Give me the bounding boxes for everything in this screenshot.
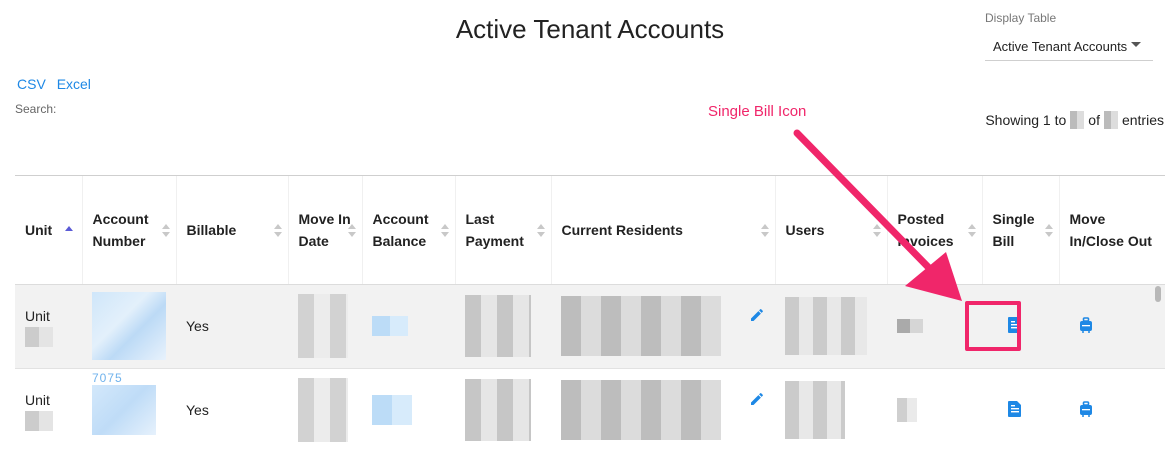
posted-invoices-cell — [887, 368, 982, 451]
sort-icon — [760, 224, 769, 238]
single-bill-cell — [982, 368, 1059, 451]
redacted-count — [1070, 111, 1085, 129]
users-cell — [775, 284, 887, 369]
redacted-residents — [561, 296, 721, 356]
suitcase-icon[interactable] — [1079, 400, 1093, 417]
redacted-move-in-date — [298, 378, 348, 442]
sort-icon — [440, 224, 449, 238]
move-in-date-cell — [288, 284, 362, 369]
pencil-icon[interactable] — [749, 307, 765, 323]
current-residents-cell — [551, 368, 775, 451]
column-header-single-bill[interactable]: Single Bill — [981, 176, 1059, 285]
sort-icon — [161, 224, 170, 238]
redacted-balance — [372, 316, 408, 336]
users-cell — [775, 368, 887, 451]
redacted-invoices — [897, 398, 917, 422]
redacted-users — [785, 381, 845, 439]
display-table-selected: Active Tenant Accounts — [993, 39, 1128, 54]
redacted-last-payment — [465, 379, 531, 441]
redacted-move-in-date — [298, 294, 348, 358]
display-table-dropdown[interactable]: Active Tenant Accounts — [985, 33, 1153, 61]
sort-icon — [872, 224, 881, 238]
sort-icon — [536, 224, 545, 238]
column-header-move-in-close-out[interactable]: Move In/Close Out — [1058, 176, 1165, 285]
column-header-account-balance[interactable]: Account Balance — [361, 176, 455, 285]
last-payment-cell — [455, 284, 551, 369]
unit-cell: Unit — [15, 368, 82, 451]
redacted-residents — [561, 380, 721, 440]
table-scrollbar[interactable] — [1155, 286, 1161, 302]
sort-ascending-icon — [65, 226, 73, 240]
redacted-account-number — [92, 292, 166, 360]
redacted-invoices — [897, 319, 923, 333]
single-bill-cell — [982, 284, 1059, 369]
sort-icon — [347, 224, 356, 238]
redacted-unit-number — [25, 327, 53, 347]
document-icon[interactable] — [1008, 316, 1022, 333]
redacted-last-payment — [465, 295, 531, 357]
column-header-move-in-date[interactable]: Move In Date — [287, 176, 362, 285]
display-table-select[interactable]: Display Table Active Tenant Accounts — [985, 11, 1153, 61]
billable-cell: Yes — [176, 284, 288, 369]
sort-icon — [273, 224, 282, 238]
pagination-of: of — [1088, 112, 1100, 128]
column-header-unit[interactable]: Unit — [15, 176, 82, 285]
move-in-close-out-cell — [1059, 284, 1165, 369]
column-header-account-number[interactable]: Account Number — [81, 176, 176, 285]
partial-account-number: 7075 — [92, 371, 123, 385]
table-row: Unit 7075 Yes — [15, 368, 1165, 451]
account-balance-cell — [362, 284, 455, 369]
pagination-suffix: entries — [1121, 112, 1164, 128]
billable-cell: Yes — [176, 368, 288, 451]
current-residents-cell — [551, 284, 775, 369]
sort-icon — [1044, 224, 1053, 238]
move-in-date-cell — [288, 368, 362, 451]
csv-export-link[interactable]: CSV — [17, 76, 46, 92]
table-row: Unit Yes — [15, 284, 1165, 369]
move-in-close-out-cell — [1059, 368, 1165, 451]
column-header-last-payment[interactable]: Last Payment — [454, 176, 551, 285]
pagination-prefix: Showing 1 to — [985, 112, 1067, 128]
excel-export-link[interactable]: Excel — [57, 76, 91, 92]
sort-icon — [967, 224, 976, 238]
column-header-users[interactable]: Users — [774, 176, 887, 285]
redacted-balance — [372, 395, 412, 425]
account-number-cell[interactable]: 7075 — [82, 368, 176, 451]
redacted-account-number: 7075 — [92, 371, 156, 435]
display-table-label: Display Table — [985, 11, 1057, 25]
caret-down-icon — [1131, 42, 1141, 47]
pagination-info: Showing 1 to of entries — [985, 111, 1164, 129]
unit-cell: Unit — [15, 284, 82, 369]
annotation-label: Single Bill Icon — [708, 103, 807, 120]
table-header-row: Unit Account Number Billable Move In Dat… — [15, 176, 1165, 285]
last-payment-cell — [455, 368, 551, 451]
redacted-users — [785, 297, 867, 355]
account-balance-cell — [362, 368, 455, 451]
column-header-posted-invoices[interactable]: Posted Invoices — [886, 176, 982, 285]
export-links: CSV Excel — [17, 76, 98, 92]
redacted-unit-number — [25, 411, 53, 431]
column-header-current-residents[interactable]: Current Residents — [550, 176, 775, 285]
suitcase-icon[interactable] — [1079, 316, 1093, 333]
pencil-icon[interactable] — [749, 391, 765, 407]
redacted-total — [1103, 111, 1118, 129]
posted-invoices-cell — [887, 284, 982, 369]
tenant-accounts-table: Unit Account Number Billable Move In Dat… — [15, 175, 1165, 451]
column-header-billable[interactable]: Billable — [175, 176, 288, 285]
search-label: Search: — [15, 102, 57, 116]
document-icon[interactable] — [1008, 400, 1022, 417]
account-number-cell[interactable] — [82, 284, 176, 369]
